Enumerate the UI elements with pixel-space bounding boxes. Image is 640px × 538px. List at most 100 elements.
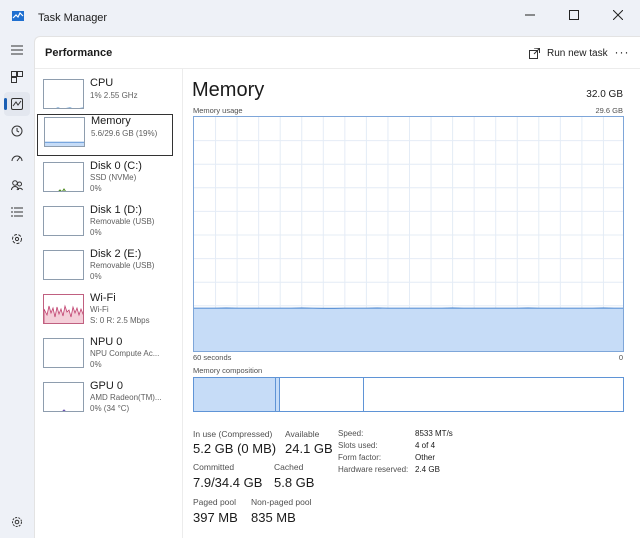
slots-used-label: Slots used: xyxy=(338,441,378,450)
committed-label: Committed xyxy=(193,462,235,472)
app-history-icon xyxy=(11,125,23,137)
memory-mini-graph xyxy=(45,141,84,146)
available-label: Available xyxy=(285,429,320,439)
in-use-value: 5.2 GB (0 MB) xyxy=(193,441,277,456)
nav-details[interactable] xyxy=(4,200,30,224)
device-name: Wi-Fi xyxy=(90,292,116,304)
gpu-mini-graph xyxy=(62,409,66,411)
hardware-reserved-label: Hardware reserved: xyxy=(338,465,409,474)
device-stat: 0% (34 °C) xyxy=(90,404,130,413)
main-panel: Performance Run new task ··· CPU 1% 2.55… xyxy=(34,36,640,538)
cpu-mini-graph xyxy=(55,107,83,108)
device-type: Removable (USB) xyxy=(90,261,155,270)
services-icon xyxy=(12,234,22,244)
cached-value: 5.8 GB xyxy=(274,475,315,490)
hardware-reserved-value: 2.4 GB xyxy=(415,465,440,474)
non-paged-pool-label: Non-paged pool xyxy=(251,497,312,507)
settings-icon xyxy=(12,517,22,527)
device-name: Disk 2 (E:) xyxy=(90,248,142,260)
device-stat: S: 0 R: 2.5 Mbps xyxy=(90,316,150,325)
form-factor-value: Other xyxy=(415,453,436,462)
memory-thumbnail xyxy=(44,117,85,147)
memory-composition-bar xyxy=(193,377,624,412)
memory-usage-max: 29.6 GB xyxy=(595,106,623,115)
minimize-button[interactable] xyxy=(508,0,552,30)
speed-value: 8533 MT/s xyxy=(415,429,453,438)
maximize-button[interactable] xyxy=(552,0,596,30)
composition-in-use xyxy=(194,378,276,411)
npu-thumbnail xyxy=(43,338,84,368)
device-npu[interactable]: NPU 0 NPU Compute Ac... 0% xyxy=(37,336,173,378)
memory-composition-label: Memory composition xyxy=(193,366,263,375)
memory-usage-graph-svg xyxy=(194,117,623,351)
composition-standby xyxy=(280,378,364,411)
more-options-button[interactable]: ··· xyxy=(613,45,631,61)
device-type: NPU Compute Ac... xyxy=(90,349,160,358)
window-title: Task Manager xyxy=(38,12,108,24)
nav-processes[interactable] xyxy=(4,65,30,89)
device-memory[interactable]: Memory 5.6/29.6 GB (19%) xyxy=(37,114,173,156)
hamburger-menu-button[interactable] xyxy=(4,38,30,62)
device-type: AMD Radeon(TM)... xyxy=(90,393,162,402)
close-icon xyxy=(613,10,623,20)
device-stat: 0% xyxy=(90,272,102,281)
memory-usage-label: Memory usage xyxy=(193,106,243,115)
time-axis-right: 0 xyxy=(618,353,623,362)
available-value: 24.1 GB xyxy=(285,441,333,456)
detail-title: Memory xyxy=(192,79,265,101)
hamburger-icon xyxy=(11,45,23,55)
device-stat: 0% xyxy=(90,184,102,193)
maximize-icon xyxy=(569,10,579,20)
speed-label: Speed: xyxy=(338,429,364,438)
nav-startup-apps[interactable] xyxy=(4,146,30,170)
processes-icon xyxy=(11,71,23,83)
disk-2-thumbnail xyxy=(43,250,84,280)
nav-performance[interactable] xyxy=(4,92,30,116)
gpu-thumbnail xyxy=(43,382,84,412)
device-type: Wi-Fi xyxy=(90,305,109,314)
total-memory: 32.0 GB xyxy=(586,89,623,100)
device-disk-1[interactable]: Disk 1 (D:) Removable (USB) 0% xyxy=(37,204,173,246)
nav-services[interactable] xyxy=(4,227,30,251)
device-name: Disk 1 (D:) xyxy=(90,204,142,216)
panel-header: Performance Run new task ··· xyxy=(35,37,640,69)
disk-1-thumbnail xyxy=(43,206,84,236)
device-name: NPU 0 xyxy=(90,336,123,348)
device-disk-0[interactable]: Disk 0 (C:) SSD (NVMe) 0% xyxy=(37,160,173,202)
device-name: Memory xyxy=(91,115,131,127)
device-name: GPU 0 xyxy=(90,380,124,392)
startup-apps-icon xyxy=(11,155,23,162)
non-paged-pool-value: 835 MB xyxy=(251,510,296,525)
paged-pool-value: 397 MB xyxy=(193,510,238,525)
device-stat: 5.6/29.6 GB (19%) xyxy=(91,129,158,138)
device-stat: 0% xyxy=(90,228,102,237)
device-type: Removable (USB) xyxy=(90,217,155,226)
disk-0-mini-graph xyxy=(58,188,66,191)
title-bar: Task Manager xyxy=(0,0,640,34)
close-button[interactable] xyxy=(596,0,640,30)
run-task-icon xyxy=(529,47,540,59)
nav-app-history[interactable] xyxy=(4,119,30,143)
slots-used-value: 4 of 4 xyxy=(415,441,436,450)
device-type: SSD (NVMe) xyxy=(90,173,137,182)
users-icon xyxy=(11,180,23,191)
in-use-label: In use (Compressed) xyxy=(193,429,273,439)
device-wifi[interactable]: Wi-Fi Wi-Fi S: 0 R: 2.5 Mbps xyxy=(37,292,173,334)
list-divider xyxy=(182,69,183,538)
minimize-icon xyxy=(525,14,535,16)
time-axis-left: 60 seconds xyxy=(193,353,232,362)
memory-usage-graph xyxy=(193,116,624,352)
device-stat: 0% xyxy=(90,360,102,369)
device-cpu[interactable]: CPU 1% 2.55 GHz xyxy=(37,77,173,119)
nav-settings[interactable] xyxy=(4,510,30,534)
wifi-mini-graph xyxy=(44,304,83,323)
nav-users[interactable] xyxy=(4,173,30,197)
device-gpu[interactable]: GPU 0 AMD Radeon(TM)... 0% (34 °C) xyxy=(37,380,173,422)
details-icon xyxy=(11,207,23,217)
device-disk-2[interactable]: Disk 2 (E:) Removable (USB) 0% xyxy=(37,248,173,290)
run-new-task-button[interactable]: Run new task xyxy=(529,43,608,63)
run-new-task-label: Run new task xyxy=(547,47,608,59)
memory-usage-area xyxy=(194,308,623,351)
wifi-thumbnail xyxy=(43,294,84,324)
form-factor-label: Form factor: xyxy=(338,453,382,462)
